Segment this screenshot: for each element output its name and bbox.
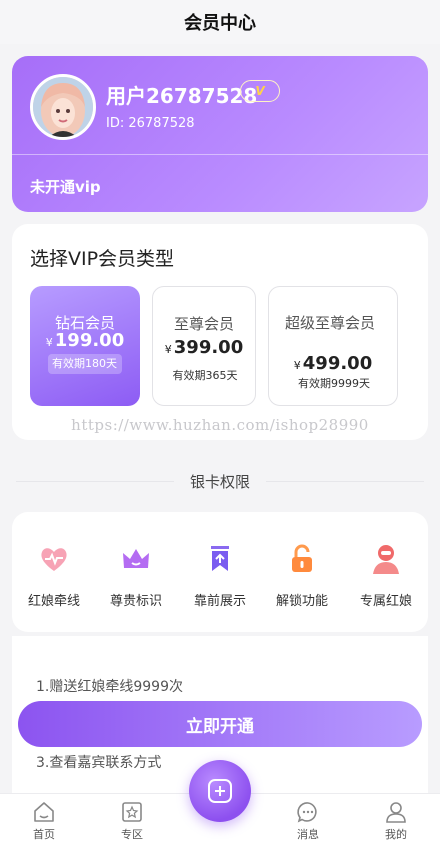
plan-validity: 有效期180天 — [48, 354, 122, 374]
bookmark-top-icon — [211, 546, 229, 571]
plan-validity: 有效期9999天 — [298, 377, 370, 390]
tab-messages[interactable]: 消息 — [278, 800, 338, 842]
avatar[interactable] — [30, 74, 96, 140]
tab-label: 消息 — [297, 828, 319, 841]
open-vip-button[interactable]: 立即开通 — [18, 701, 422, 747]
username: 用户26787528 — [106, 84, 258, 108]
plan-price: ¥199.00 — [30, 330, 140, 351]
page-title: 会员中心 — [184, 13, 256, 34]
divider — [16, 480, 174, 482]
divider — [12, 154, 428, 155]
tab-label: 专区 — [121, 828, 143, 841]
heart-pulse-icon — [41, 548, 67, 571]
privilege-label: 专属红娘 — [359, 594, 412, 609]
matchmaker-icon — [373, 545, 399, 574]
tab-label: 首页 — [33, 828, 55, 841]
privileges-panel: 红娘牵线 尊贵标识 靠前展示 解锁功能 专属红娘 — [12, 512, 428, 632]
privilege-item[interactable]: 专属红娘 — [346, 542, 426, 609]
plan-validity: 有效期365天 — [172, 369, 238, 382]
plan-card-diamond[interactable]: 钻石会员 ¥199.00 有效期180天 — [30, 286, 140, 406]
privileges-title: 银卡权限 — [190, 472, 251, 491]
star-box-icon — [122, 802, 142, 822]
privilege-item[interactable]: 解锁功能 — [262, 542, 342, 609]
plan-name: 超级至尊会员 — [285, 314, 376, 332]
plan-price-value: 399.00 — [173, 337, 244, 358]
privilege-label: 靠前展示 — [193, 594, 246, 609]
vip-status: 未开通vip — [30, 178, 101, 196]
plan-selector-title: 选择VIP会员类型 — [30, 248, 175, 270]
message-icon — [297, 802, 317, 823]
privilege-item[interactable]: 红娘牵线 — [14, 542, 94, 609]
privileges-section-header: 银卡权限 — [16, 470, 425, 492]
privilege-label: 红娘牵线 — [27, 594, 80, 609]
privilege-label: 解锁功能 — [275, 594, 328, 609]
user-icon — [386, 802, 406, 823]
benefit-item: 1.赠送红娘牵线9999次 — [36, 679, 183, 695]
page-header: 会员中心 — [0, 0, 440, 44]
tab-home[interactable]: 首页 — [14, 800, 74, 842]
tab-zone[interactable]: 专区 — [102, 800, 162, 842]
plus-icon — [208, 779, 232, 803]
publish-button[interactable] — [189, 760, 251, 822]
privilege-item[interactable]: 尊贵标识 — [96, 542, 176, 609]
member-profile-card: 用户26787528 V ID: 26787528 未开通vip — [12, 56, 428, 212]
watermark-text: https://www.huzhan.com/ishop28990 — [71, 416, 369, 434]
user-id: ID: 26787528 — [106, 116, 195, 131]
privilege-label: 尊贵标识 — [109, 594, 162, 609]
currency-symbol: ¥ — [293, 359, 301, 372]
plan-card-super-supreme[interactable]: 超级至尊会员 ¥499.00 有效期9999天 — [268, 286, 398, 406]
plan-card-supreme[interactable]: 至尊会员 ¥399.00 有效期365天 — [152, 286, 256, 406]
tab-mine[interactable]: 我的 — [366, 800, 426, 842]
currency-symbol: ¥ — [164, 343, 172, 356]
plan-price-value: 199.00 — [54, 330, 125, 351]
divider — [266, 480, 425, 482]
crown-icon — [123, 549, 149, 568]
plan-price-value: 499.00 — [302, 353, 373, 374]
plan-price: ¥499.00 — [269, 353, 397, 374]
home-icon — [34, 802, 54, 822]
vip-badge-label: V — [255, 84, 265, 98]
currency-symbol: ¥ — [45, 336, 53, 349]
privilege-item[interactable]: 靠前展示 — [180, 542, 260, 609]
plan-price: ¥399.00 — [153, 337, 255, 358]
unlock-icon — [292, 544, 312, 572]
benefit-item: 3.查看嘉宾联系方式 — [36, 755, 162, 771]
plan-name: 至尊会员 — [173, 315, 234, 333]
tab-label: 我的 — [385, 828, 407, 841]
plan-selector: 选择VIP会员类型 钻石会员 ¥199.00 有效期180天 至尊会员 ¥399… — [12, 224, 428, 440]
vip-badge-icon: V — [240, 80, 280, 102]
